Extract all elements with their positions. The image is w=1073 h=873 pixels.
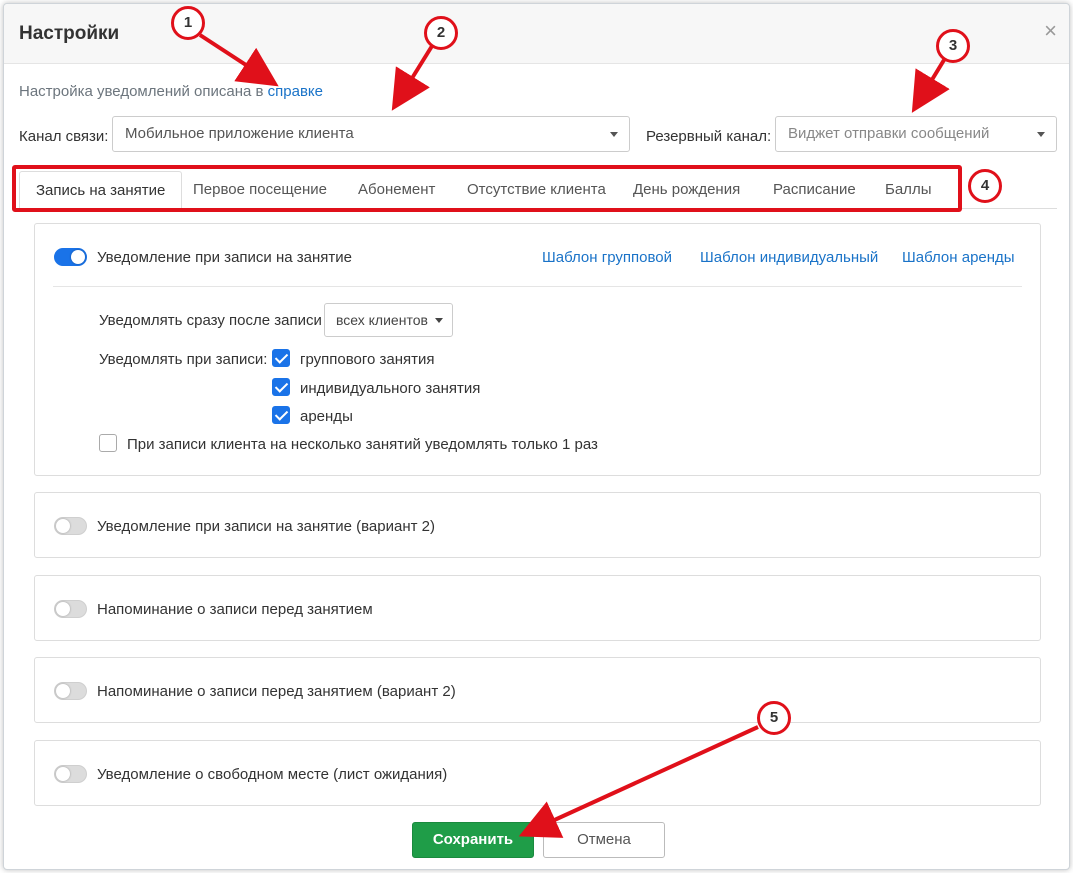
channel-select[interactable]: Мобильное приложение клиента — [112, 116, 630, 152]
dialog-header: Настройки × — [4, 4, 1069, 64]
chevron-down-icon — [610, 132, 618, 137]
individual-session-checkbox[interactable] — [272, 378, 290, 396]
waitlist-notification-label: Уведомление о свободном месте (лист ожид… — [97, 766, 448, 783]
channel-select-value: Мобильное приложение клиента — [125, 125, 354, 142]
notify-after-value: всех клиентов — [336, 312, 428, 328]
booking-notification-v2-toggle[interactable] — [54, 517, 87, 535]
tab-birthday[interactable]: День рождения — [617, 171, 756, 209]
help-text-label: Настройка уведомлений описана в — [19, 83, 268, 100]
booking-reminder-v2-toggle[interactable] — [54, 682, 87, 700]
tab-subscription[interactable]: Абонемент — [342, 171, 451, 209]
booking-notification-v2-panel: Уведомление при записи на занятие (вариа… — [34, 492, 1041, 558]
toggle-knob — [56, 602, 70, 616]
notification-tabs: Запись на занятие Первое посещение Абоне… — [19, 171, 1057, 209]
rent-checkbox[interactable] — [272, 406, 290, 424]
panel-divider — [53, 286, 1022, 287]
tab-points[interactable]: Баллы — [869, 171, 947, 209]
channel-label: Канал связи: — [19, 128, 109, 145]
tab-schedule[interactable]: Расписание — [757, 171, 872, 209]
toggle-knob — [56, 519, 70, 533]
booking-notification-panel: Уведомление при записи на занятие Шаблон… — [34, 223, 1041, 476]
individual-session-label: индивидуального занятия — [300, 380, 481, 397]
chevron-down-icon — [1037, 132, 1045, 137]
rent-template-link[interactable]: Шаблон аренды — [902, 249, 1015, 266]
rent-label: аренды — [300, 408, 353, 425]
help-link[interactable]: справке — [268, 83, 323, 100]
group-template-link[interactable]: Шаблон групповой — [542, 249, 672, 266]
backup-channel-label: Резервный канал: — [646, 128, 772, 145]
help-text: Настройка уведомлений описана в справке — [19, 83, 323, 100]
backup-channel-select[interactable]: Виджет отправки сообщений — [775, 116, 1057, 152]
toggle-knob — [56, 684, 70, 698]
booking-reminder-panel: Напоминание о записи перед занятием — [34, 575, 1041, 641]
booking-reminder-v2-label: Напоминание о записи перед занятием (вар… — [97, 683, 456, 700]
notify-once-label: При записи клиента на несколько занятий … — [127, 436, 598, 453]
save-button[interactable]: Сохранить — [412, 822, 534, 858]
toggle-knob — [71, 250, 85, 264]
waitlist-notification-panel: Уведомление о свободном месте (лист ожид… — [34, 740, 1041, 806]
group-session-label: группового занятия — [300, 351, 435, 368]
booking-notification-label: Уведомление при записи на занятие — [97, 249, 352, 266]
notify-after-select[interactable]: всех клиентов — [324, 303, 453, 337]
notify-on-label: Уведомлять при записи: — [99, 351, 268, 368]
booking-reminder-v2-panel: Напоминание о записи перед занятием (вар… — [34, 657, 1041, 723]
tab-booking[interactable]: Запись на занятие — [19, 171, 183, 209]
waitlist-notification-toggle[interactable] — [54, 765, 87, 783]
booking-reminder-label: Напоминание о записи перед занятием — [97, 601, 373, 618]
toggle-knob — [56, 767, 70, 781]
chevron-down-icon — [434, 318, 443, 323]
tab-client-absence[interactable]: Отсутствие клиента — [451, 171, 622, 209]
dialog-title: Настройки — [19, 23, 120, 44]
booking-notification-v2-label: Уведомление при записи на занятие (вариа… — [97, 518, 435, 535]
backup-channel-placeholder: Виджет отправки сообщений — [788, 125, 990, 142]
individual-template-link[interactable]: Шаблон индивидуальный — [700, 249, 878, 266]
booking-notification-toggle[interactable] — [54, 248, 87, 266]
notify-once-checkbox[interactable] — [99, 434, 117, 452]
close-icon[interactable]: × — [1044, 20, 1057, 42]
booking-reminder-toggle[interactable] — [54, 600, 87, 618]
notify-after-label: Уведомлять сразу после записи — [99, 312, 322, 329]
group-session-checkbox[interactable] — [272, 349, 290, 367]
tab-first-visit[interactable]: Первое посещение — [177, 171, 343, 209]
cancel-button[interactable]: Отмена — [543, 822, 665, 858]
settings-dialog: Настройки × Настройка уведомлений описан… — [3, 3, 1070, 870]
